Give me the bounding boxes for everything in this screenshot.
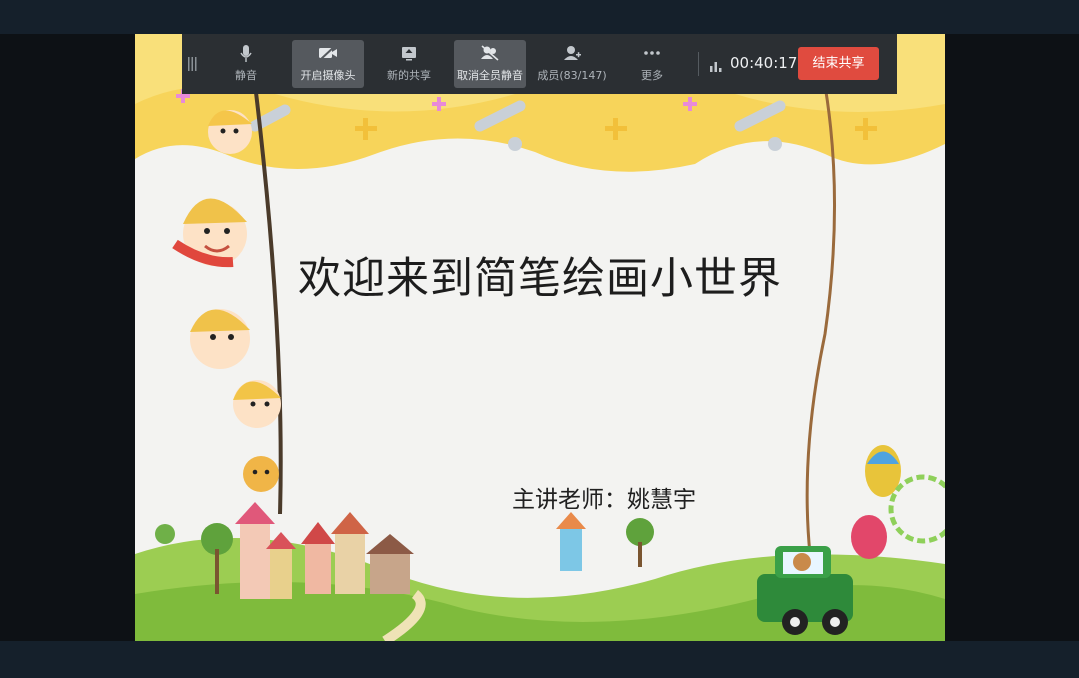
drag-handle-icon[interactable] <box>187 56 197 72</box>
shared-slide: 欢迎来到简笔绘画小世界 主讲老师：姚慧宇 <box>135 34 945 641</box>
more-icon <box>626 44 678 66</box>
bottom-frame-band <box>0 641 1079 678</box>
unmute-all-button[interactable]: 取消全员静音 <box>454 40 526 88</box>
members-icon <box>534 44 610 66</box>
members-button[interactable]: 成员(83/147) <box>534 40 610 88</box>
unmute-all-label: 取消全员静音 <box>457 69 523 82</box>
more-label: 更多 <box>641 69 663 82</box>
camera-button[interactable]: 开启摄像头 <box>292 40 364 88</box>
mute-button[interactable]: 静音 <box>218 40 274 88</box>
top-frame-band <box>0 0 1079 34</box>
more-button[interactable]: 更多 <box>626 40 678 88</box>
new-share-button[interactable]: 新的共享 <box>380 40 438 88</box>
microphone-icon <box>218 44 274 66</box>
end-share-button[interactable]: 结束共享 <box>798 47 879 80</box>
camera-label: 开启摄像头 <box>300 69 356 82</box>
mute-all-icon <box>454 44 526 66</box>
signal-icon <box>709 58 723 77</box>
meeting-toolbar: 静音 开启摄像头 新的共享 取消全员静音 成员(83/147) 更多 00:40 <box>182 34 897 94</box>
meeting-timer: 00:40:17 <box>730 54 798 72</box>
mute-label: 静音 <box>235 69 257 82</box>
members-label: 成员(83/147) <box>537 69 607 82</box>
presenter-name: 主讲老师：姚慧宇 <box>512 487 696 513</box>
slide-illustration <box>135 34 945 641</box>
toolbar-divider <box>698 52 699 76</box>
slide-title: 欢迎来到简笔绘画小世界 <box>298 254 782 304</box>
new-share-label: 新的共享 <box>387 69 431 82</box>
screen-share-icon <box>380 44 438 66</box>
camera-off-icon <box>292 44 364 66</box>
